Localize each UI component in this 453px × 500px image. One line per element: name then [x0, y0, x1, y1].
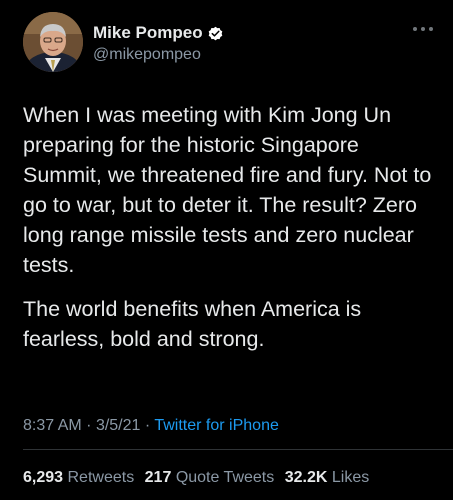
- tweet-header: Mike Pompeo @mikepompeo: [23, 12, 433, 74]
- display-name[interactable]: Mike Pompeo: [93, 23, 203, 43]
- stat-label: Likes: [331, 469, 370, 486]
- quote-tweets-stat[interactable]: 217 Quote Tweets: [145, 469, 279, 486]
- more-dot: [421, 27, 425, 31]
- name-row: Mike Pompeo: [93, 22, 224, 44]
- meta-separator: ·: [86, 417, 92, 434]
- handle[interactable]: @mikepompeo: [93, 46, 224, 64]
- avatar[interactable]: [23, 12, 83, 72]
- more-horizontal-icon[interactable]: [411, 22, 435, 36]
- author-info: Mike Pompeo @mikepompeo: [93, 22, 224, 64]
- more-dot: [413, 27, 417, 31]
- stat-count: 217: [144, 469, 172, 486]
- stat-label: Quote Tweets: [175, 469, 275, 486]
- tweet-text: When I was meeting with Kim Jong Un prep…: [23, 100, 441, 354]
- meta-separator: ·: [144, 417, 151, 434]
- tweet-paragraph: The world benefits when America is fearl…: [23, 297, 362, 351]
- more-dot: [429, 27, 433, 31]
- tweet-paragraph: When I was meeting with Kim Jong Un prep…: [23, 103, 432, 277]
- verified-badge-icon: [207, 25, 224, 42]
- likes-stat[interactable]: 32.2K Likes: [285, 469, 370, 486]
- tweet-time[interactable]: 8:37 AM: [23, 417, 82, 434]
- stat-count: 32.2K: [284, 469, 328, 486]
- tweet-source-link[interactable]: Twitter for iPhone: [154, 417, 279, 434]
- divider: [23, 449, 453, 450]
- tweet: Mike Pompeo @mikepompeo When I was meeti…: [0, 0, 453, 500]
- tweet-stats: 6,293 Retweets 217 Quote Tweets 32.2K Li…: [23, 469, 375, 487]
- stat-label: Retweets: [67, 469, 135, 486]
- avatar-photo: [23, 12, 83, 72]
- stat-count: 6,293: [23, 469, 64, 486]
- retweets-stat[interactable]: 6,293 Retweets: [23, 469, 139, 486]
- tweet-meta: 8:37 AM · 3/5/21 · Twitter for iPhone: [23, 417, 279, 435]
- tweet-date[interactable]: 3/5/21: [96, 417, 140, 434]
